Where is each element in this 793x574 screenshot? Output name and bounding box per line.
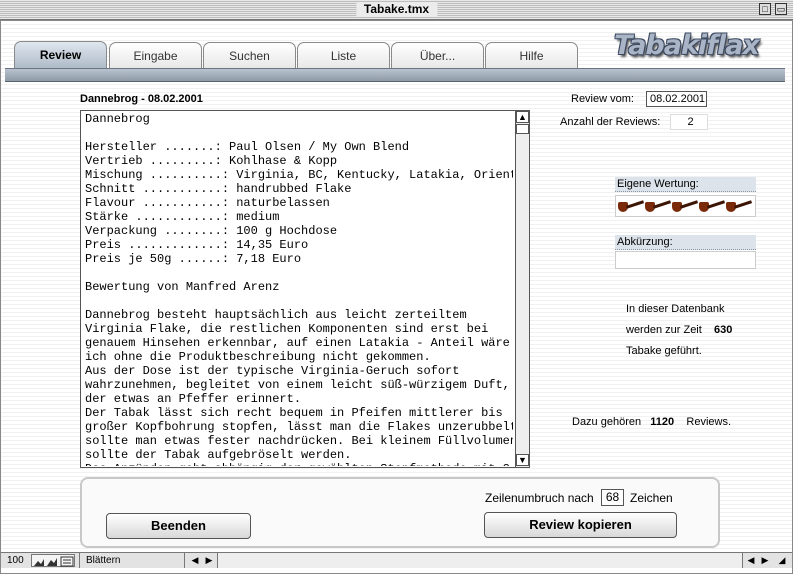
hscroll-left-icon[interactable]: ◀ xyxy=(745,554,757,567)
tab-review[interactable]: Review xyxy=(14,41,107,71)
review-text-area[interactable]: Dannebrog Hersteller .......: Paul Olsen… xyxy=(80,110,530,468)
collapse-box-icon[interactable]: ▭ xyxy=(775,3,787,15)
browse-mode-menu[interactable]: Blättern xyxy=(79,553,185,568)
scroll-thumb[interactable] xyxy=(516,124,529,134)
line-wrap-label: Zeilenumbruch nach xyxy=(485,491,594,505)
pipe-rating-icon[interactable] xyxy=(672,200,699,214)
line-wrap-unit: Zeichen xyxy=(630,491,673,505)
tab-suchen[interactable]: Suchen xyxy=(203,42,296,70)
review-count-label: Anzahl der Reviews: xyxy=(560,116,661,128)
hscroll-right-icon[interactable]: ▶ xyxy=(759,554,771,567)
tab-ueber[interactable]: Über... xyxy=(391,42,484,70)
horizontal-scrollbar[interactable] xyxy=(217,553,743,568)
reviews-suffix: Reviews. xyxy=(686,416,732,428)
abbreviation-field[interactable] xyxy=(615,251,756,269)
pipe-rating-icon[interactable] xyxy=(726,200,753,214)
pipe-rating-icon[interactable] xyxy=(645,200,672,214)
stats-line-2-prefix: werden zur Zeit xyxy=(626,324,702,336)
abbreviation-label: Abkürzung: xyxy=(615,235,756,250)
reviews-prefix: Dazu gehören xyxy=(572,416,642,428)
tab-content-divider xyxy=(5,68,785,82)
copy-review-button[interactable]: Review kopieren xyxy=(484,512,677,538)
status-bar: 100 Blättern ◀ ▶ ◀ ▶ ◢ xyxy=(1,552,792,568)
scroll-left-icon[interactable]: ◀ xyxy=(189,554,201,567)
review-scrollbar[interactable]: ▲ ▼ xyxy=(515,111,529,467)
reviews-total-line: Dazu gehören 1120 Reviews. xyxy=(572,416,731,428)
resize-grip-icon[interactable]: ◢ xyxy=(776,554,788,567)
window-title: Tabake.tmx xyxy=(355,2,438,17)
quit-button[interactable]: Beenden xyxy=(106,513,251,539)
pipe-rating-icon[interactable] xyxy=(699,200,726,214)
review-count-field: 2 xyxy=(670,114,708,130)
tab-liste[interactable]: Liste xyxy=(297,42,390,70)
scroll-down-icon[interactable]: ▼ xyxy=(516,454,529,466)
title-bar[interactable]: Tabake.tmx □ ▭ xyxy=(0,0,793,20)
rating-pipes[interactable] xyxy=(615,195,756,217)
review-date-field[interactable]: 08.02.2001 xyxy=(646,91,707,107)
stats-line-3: Tabake geführt. xyxy=(626,345,702,357)
rating-label: Eigene Wertung: xyxy=(615,177,756,192)
app-logo: Tabakiflax xyxy=(614,30,760,61)
mode-toggle-icon[interactable] xyxy=(32,555,76,568)
zoom-level[interactable]: 100 xyxy=(7,555,24,566)
review-text[interactable]: Dannebrog Hersteller .......: Paul Olsen… xyxy=(85,112,513,466)
review-heading: Dannebrog - 08.02.2001 xyxy=(80,93,203,105)
zoom-box-icon[interactable]: □ xyxy=(759,3,771,15)
tab-eingabe[interactable]: Eingabe xyxy=(109,42,202,70)
tobacco-count: 630 xyxy=(714,324,733,336)
review-date-label: Review vom: xyxy=(571,93,634,105)
stats-line-1: In dieser Datenbank xyxy=(626,303,725,315)
scroll-up-icon[interactable]: ▲ xyxy=(516,111,529,123)
tab-hilfe[interactable]: Hilfe xyxy=(485,42,578,70)
layout-mode-icons[interactable] xyxy=(31,554,75,567)
reviews-total: 1120 xyxy=(650,416,675,428)
stats-line-2: werden zur Zeit 630 xyxy=(626,324,732,336)
pipe-rating-icon[interactable] xyxy=(618,200,645,214)
scroll-right-icon[interactable]: ▶ xyxy=(203,554,215,567)
line-wrap-field[interactable]: 68 xyxy=(601,489,624,506)
